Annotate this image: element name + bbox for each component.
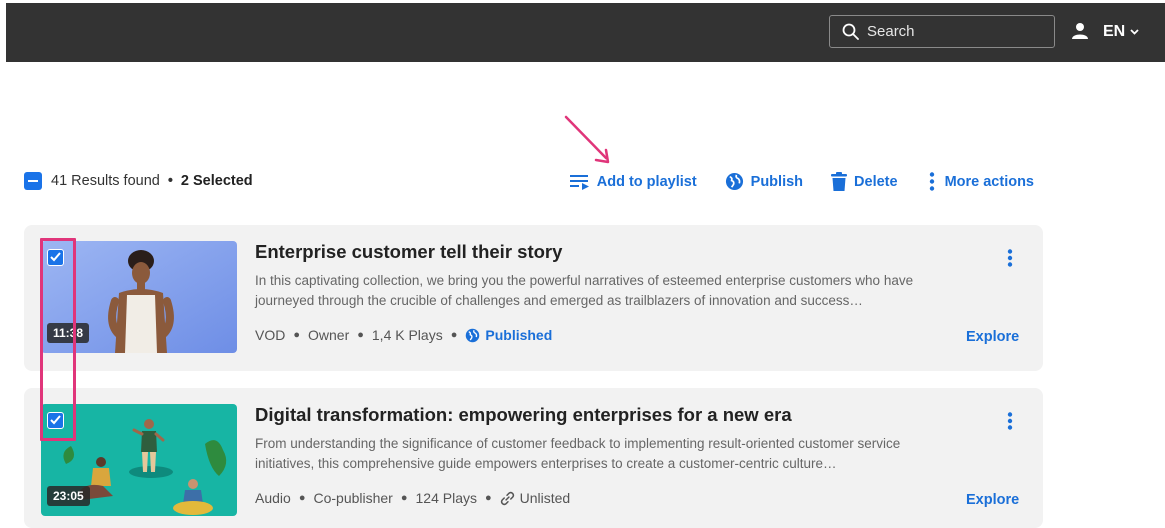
trash-icon [831, 172, 848, 191]
separator-dot: • [167, 173, 173, 189]
entry-title[interactable]: Digital transformation: empowering enter… [255, 404, 792, 426]
globe-icon [466, 328, 480, 342]
add-to-playlist-label: Add to playlist [596, 173, 697, 190]
entry-menu-icon[interactable] [1007, 412, 1013, 430]
entry-card[interactable]: 11:38 Enterprise customer tell their sto… [24, 225, 1043, 371]
explore-link[interactable]: Explore [966, 492, 1019, 508]
separator-dot: ● [357, 329, 364, 341]
action-buttons: Add to playlist Publish Delete More acti… [569, 172, 1034, 191]
separator-dot: ● [484, 492, 492, 504]
entry-role: Co-publisher [313, 490, 393, 506]
separator-dot: ● [298, 492, 306, 504]
entry-card[interactable]: 23:05 Digital transformation: empowering… [24, 388, 1043, 528]
more-actions-label: More actions [944, 173, 1034, 190]
entry-meta: VOD ● Owner ● 1,4 K Plays ● Published [255, 327, 552, 343]
bulk-actions-toolbar: 41 Results found • 2 Selected Add to pla… [24, 172, 1040, 196]
entry-title[interactable]: Enterprise customer tell their story [255, 241, 562, 263]
entry-meta: Audio ● Co-publisher ● 124 Plays ● Unlis… [255, 490, 570, 506]
entry-plays: 1,4 K Plays [371, 327, 443, 343]
top-bar: Search EN [6, 3, 1165, 62]
explore-link[interactable]: Explore [966, 329, 1019, 345]
search-input[interactable]: Search [829, 15, 1055, 48]
search-placeholder: Search [867, 23, 915, 40]
deselect-all-checkbox[interactable] [24, 172, 42, 190]
separator-dot: ● [450, 329, 458, 341]
duration-badge: 23:05 [47, 486, 90, 506]
publish-button[interactable]: Publish [725, 172, 803, 191]
status-badge: Published [465, 327, 552, 343]
language-selector[interactable]: EN [1103, 23, 1139, 41]
entry-type: Audio [255, 490, 291, 506]
status-badge: Unlisted [500, 490, 571, 506]
separator-dot: ● [293, 329, 300, 341]
entry-plays: 124 Plays [415, 490, 477, 506]
delete-button[interactable]: Delete [831, 172, 898, 191]
language-label: EN [1103, 23, 1126, 40]
chevron-down-icon [1130, 29, 1139, 35]
entry-type: VOD [255, 327, 286, 343]
add-to-playlist-button[interactable]: Add to playlist [569, 173, 697, 190]
more-actions-button[interactable]: More actions [926, 172, 1034, 191]
separator-dot: ● [400, 492, 408, 504]
entry-description: In this captivating collection, we bring… [255, 273, 914, 308]
entry-menu-icon[interactable] [1007, 249, 1013, 267]
results-summary: 41 Results found • 2 Selected [24, 172, 253, 190]
user-icon[interactable] [1072, 22, 1088, 40]
annotation-highlight-box [40, 238, 76, 441]
status-label: Unlisted [519, 490, 571, 506]
publish-label: Publish [750, 173, 804, 190]
delete-label: Delete [854, 173, 898, 190]
globe-icon [725, 172, 743, 191]
kebab-icon [929, 172, 934, 191]
entry-role: Owner [308, 327, 350, 343]
search-icon [842, 23, 859, 40]
selected-count: 2 Selected [180, 173, 253, 189]
annotation-arrow [564, 115, 610, 164]
entry-description: From understanding the significance of c… [255, 436, 901, 471]
link-icon [500, 491, 514, 505]
add-to-playlist-icon [569, 174, 589, 190]
results-count: 41 Results found [51, 173, 160, 189]
status-label: Published [485, 327, 553, 343]
